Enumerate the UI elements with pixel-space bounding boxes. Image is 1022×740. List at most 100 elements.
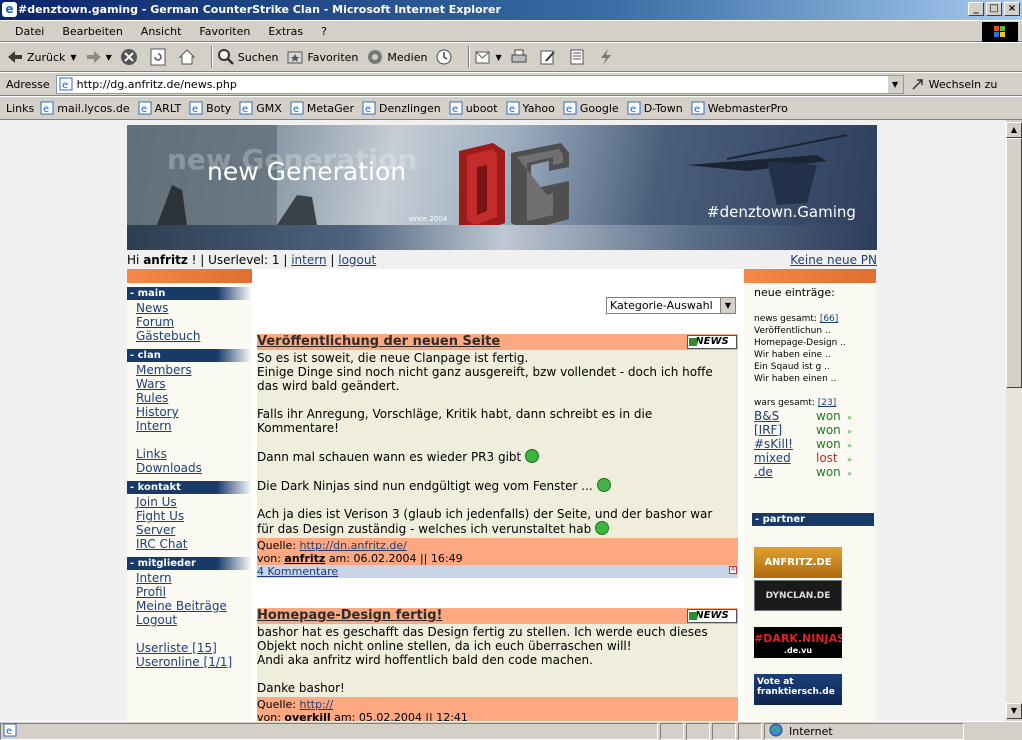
link-yahoo[interactable]: e Yahoo	[506, 101, 555, 115]
media-button[interactable]: Medien	[366, 48, 427, 66]
scroll-thumb[interactable]	[1006, 138, 1022, 388]
partner-anfritz[interactable]: ANFRITZ.DE	[754, 547, 842, 578]
nav-history[interactable]: History	[136, 405, 252, 419]
link-label: Denzlingen	[378, 101, 441, 115]
link-uboot[interactable]: e uboot	[449, 101, 498, 115]
nav-logout[interactable]: Logout	[136, 613, 252, 627]
link-dtown[interactable]: e D-Town	[627, 101, 683, 115]
nav-news[interactable]: News	[136, 301, 252, 315]
wars-list: B&S won» [IRF] won» #sKill! won» mixed lost»…	[744, 409, 876, 479]
link-boty[interactable]: e Boty	[189, 101, 231, 115]
toolbar-separator	[210, 46, 213, 68]
latest-news-item[interactable]: Ein Sqaud ist g ..	[754, 361, 876, 373]
nav-join-us[interactable]: Join Us	[136, 495, 252, 509]
nav-section-kontakt: - kontakt	[127, 481, 252, 494]
nav-members[interactable]: Members	[136, 363, 252, 377]
nav-downloads[interactable]: Downloads	[136, 461, 252, 475]
nav-useronline[interactable]: Useronline [1/1]	[136, 655, 252, 669]
link-denzlingen[interactable]: e Denzlingen	[362, 101, 441, 115]
comments-link[interactable]: 4 Kommentare	[257, 565, 338, 578]
nav-guestbook[interactable]: Gästebuch	[136, 329, 252, 343]
menu-bearbeiten[interactable]: Bearbeiten	[53, 25, 131, 38]
nav-userlist[interactable]: Userliste [15]	[136, 641, 252, 655]
minimize-button[interactable]: _	[968, 2, 984, 16]
news-author[interactable]: anfritz	[284, 552, 325, 565]
pn-link[interactable]: Keine neue PN	[790, 251, 877, 269]
print-button[interactable]	[510, 48, 531, 66]
war-row[interactable]: #sKill! won»	[754, 437, 876, 451]
partner-dark-ninjas[interactable]: #DARK.NINJAS .de.vu	[754, 627, 842, 658]
menu-ansicht[interactable]: Ansicht	[132, 25, 191, 38]
search-button[interactable]: Suchen	[217, 48, 278, 66]
userlevel: ! | Userlevel: 1 |	[191, 253, 288, 267]
nav-wars[interactable]: Wars	[136, 377, 252, 391]
history-button[interactable]	[435, 48, 456, 66]
stop-button[interactable]	[120, 48, 141, 66]
news-source-link[interactable]: http://	[299, 698, 333, 711]
mail-dropdown-icon[interactable]: ▼	[495, 53, 501, 62]
forward-dropdown-icon[interactable]: ▼	[106, 53, 112, 62]
link-google[interactable]: e Google	[563, 101, 619, 115]
latest-news-item[interactable]: Homepage-Design ..	[754, 337, 876, 349]
home-button[interactable]	[178, 48, 199, 66]
favorites-button[interactable]: Favoriten	[286, 48, 358, 66]
nav-irc-chat[interactable]: IRC Chat	[136, 537, 252, 551]
partner-dynclan[interactable]: DYNCLAN.DE	[754, 580, 842, 611]
war-row[interactable]: B&S won»	[754, 409, 876, 423]
latest-news-item[interactable]: Veröffentlichun ..	[754, 325, 876, 337]
address-input[interactable]: e http://dg.anfritz.de/news.php ▼	[55, 74, 904, 94]
scroll-down-icon[interactable]: ▼	[1006, 703, 1022, 719]
scroll-up-icon[interactable]: ▲	[1006, 122, 1022, 138]
war-row[interactable]: [IRF] won»	[754, 423, 876, 437]
latest-news-item[interactable]: Wir haben einen ..	[754, 373, 876, 385]
nav-server[interactable]: Server	[136, 523, 252, 537]
menu-datei[interactable]: Datei	[6, 25, 53, 38]
back-dropdown-icon[interactable]: ▼	[70, 53, 76, 62]
menu-help[interactable]: ?	[312, 25, 336, 38]
nav-rules[interactable]: Rules	[136, 391, 252, 405]
partner-vote[interactable]: Vote at franktiersch.de	[754, 674, 842, 705]
menu-favoriten[interactable]: Favoriten	[190, 25, 259, 38]
close-button[interactable]: ×	[1004, 2, 1020, 16]
menu-extras[interactable]: Extras	[259, 25, 312, 38]
nav-profile[interactable]: Profil	[136, 585, 252, 599]
war-row[interactable]: mixed lost»	[754, 451, 876, 465]
wars-total-link[interactable]: [23]	[818, 398, 836, 408]
maximize-button[interactable]: □	[986, 2, 1002, 16]
logout-link[interactable]: logout	[338, 253, 376, 267]
link-label: Yahoo	[522, 101, 555, 115]
back-button[interactable]: Zurück ▼	[6, 48, 77, 66]
mail-button[interactable]: ▼	[474, 48, 502, 66]
back-arrow-icon	[6, 48, 24, 66]
news-title[interactable]: Veröffentlichung der neuen Seite	[257, 334, 500, 349]
refresh-button[interactable]	[149, 48, 170, 66]
latest-news-item[interactable]: Wir haben eine ..	[754, 349, 876, 361]
address-label: Adresse	[6, 77, 50, 91]
intern-link[interactable]: intern	[291, 253, 326, 267]
link-webmasterpro[interactable]: e WebmasterPro	[691, 101, 788, 115]
nav-my-posts[interactable]: Meine Beiträge	[136, 599, 252, 613]
link-mail-lycos[interactable]: e mail.lycos.de	[40, 101, 130, 115]
link-arlt[interactable]: e ARLT	[138, 101, 181, 115]
nav-clan-intern[interactable]: Intern	[136, 419, 252, 433]
news-title[interactable]: Homepage-Design fertig!	[257, 608, 442, 623]
address-dropdown-icon[interactable]: ▼	[886, 75, 903, 93]
news-source-link[interactable]: http://dn.anfritz.de/	[299, 539, 406, 552]
nav-links[interactable]: Links	[136, 447, 252, 461]
forward-button[interactable]: ▼	[85, 48, 112, 66]
nav-forum[interactable]: Forum	[136, 315, 252, 329]
discuss-button[interactable]	[568, 48, 589, 66]
nav-member-intern[interactable]: Intern	[136, 571, 252, 585]
link-metager[interactable]: e MetaGer	[290, 101, 354, 115]
go-button[interactable]: Wechseln zu	[912, 77, 997, 91]
admin-icon[interactable]: A	[729, 566, 737, 574]
edit-button[interactable]	[539, 48, 560, 66]
link-gmx[interactable]: e GMX	[239, 101, 282, 115]
war-row[interactable]: .de won»	[754, 465, 876, 479]
messenger-button[interactable]	[597, 48, 618, 66]
news-author[interactable]: overkill	[284, 711, 330, 721]
nav-fight-us[interactable]: Fight Us	[136, 509, 252, 523]
news-total-link[interactable]: [66]	[820, 314, 838, 324]
category-select[interactable]: Kategorie-Auswahl ▼	[606, 297, 736, 314]
vertical-scrollbar[interactable]: ▲ ▼	[1006, 122, 1022, 719]
